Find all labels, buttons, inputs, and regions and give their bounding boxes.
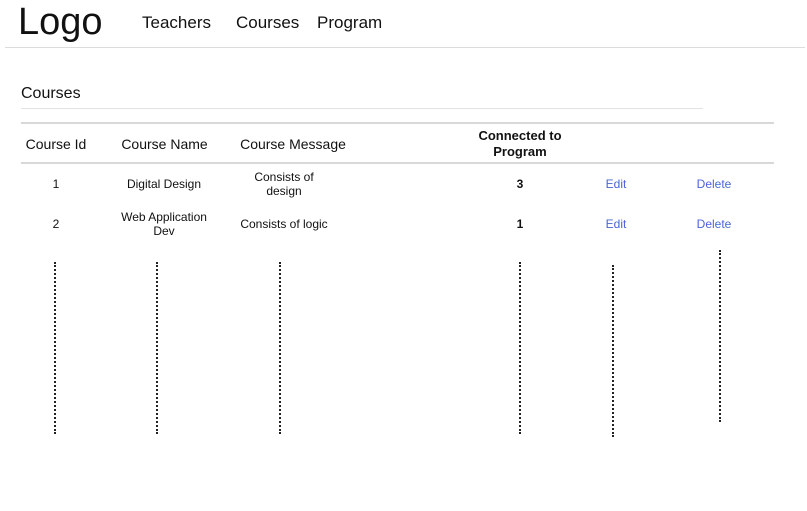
column-header-connected-to-program: Connected to Program: [478, 128, 562, 159]
edit-link[interactable]: Edit: [596, 217, 636, 231]
column-header-course-message: Course Message: [240, 136, 346, 152]
cell-course-id: 2: [52, 217, 60, 231]
continuation-dots: [156, 262, 158, 434]
continuation-dots: [54, 262, 56, 434]
cell-course-message: Consists of design: [254, 170, 314, 198]
nav-link-courses[interactable]: Courses: [236, 12, 299, 34]
column-header-course-name: Course Name: [121, 136, 208, 152]
edit-link[interactable]: Edit: [596, 177, 636, 191]
continuation-dots: [279, 262, 281, 434]
cell-course-message: Consists of logic: [240, 217, 328, 231]
column-header-course-id: Course Id: [25, 136, 87, 152]
delete-link[interactable]: Delete: [689, 217, 739, 231]
continuation-dots: [719, 250, 721, 422]
top-navigation-bar: Logo Teachers Courses Program: [0, 0, 807, 48]
cell-connected-count: 1: [516, 217, 524, 231]
delete-link[interactable]: Delete: [689, 177, 739, 191]
continuation-dots: [612, 265, 614, 437]
table-top-divider: [21, 122, 774, 124]
table-header-divider: [21, 162, 774, 164]
nav-link-program[interactable]: Program: [317, 12, 382, 34]
cell-course-id: 1: [52, 177, 60, 191]
header-divider: [5, 47, 805, 48]
page-title: Courses: [21, 85, 81, 102]
continuation-dots: [519, 262, 521, 434]
nav-link-teachers[interactable]: Teachers: [142, 12, 211, 34]
cell-connected-count: 3: [516, 177, 524, 191]
logo[interactable]: Logo: [18, 0, 103, 44]
cell-course-name: Web Application Dev: [121, 210, 207, 238]
title-divider: [21, 108, 703, 109]
cell-course-name: Digital Design: [126, 177, 202, 191]
